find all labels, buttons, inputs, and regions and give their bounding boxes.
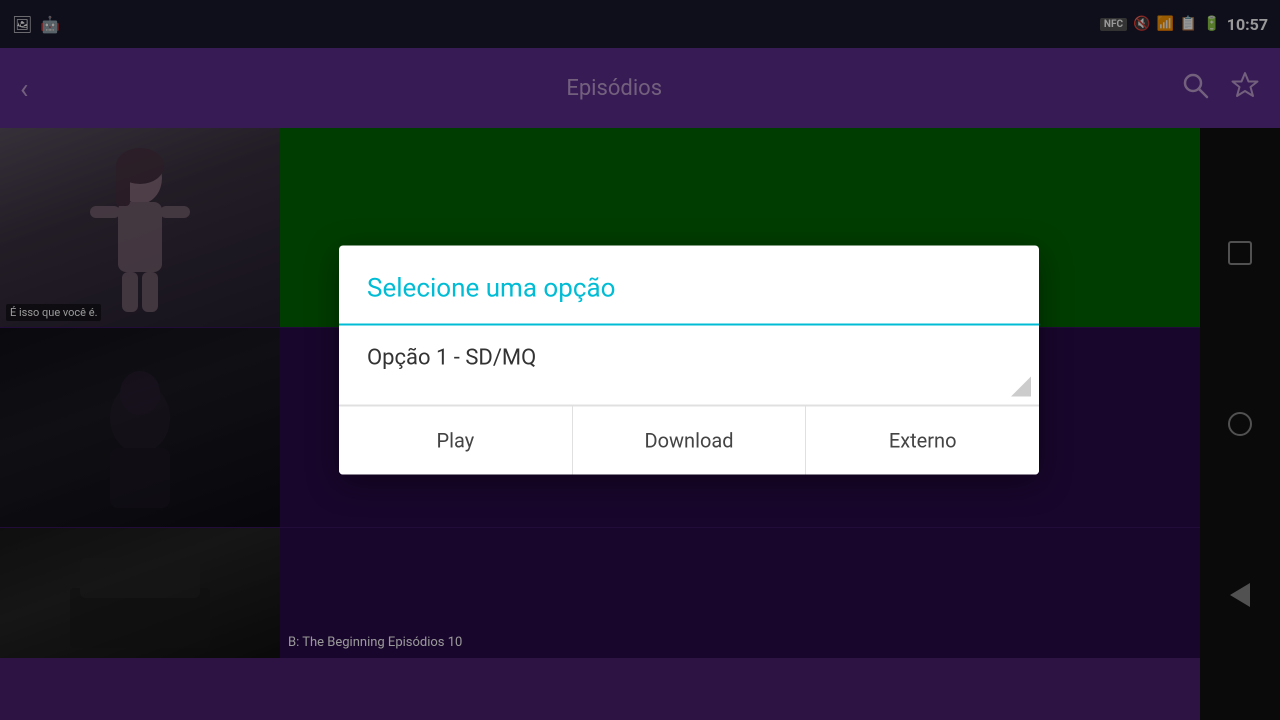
- resize-corner-icon: [1011, 377, 1031, 397]
- dialog-option: Opção 1 - SD/MQ: [367, 346, 536, 371]
- external-button[interactable]: Externo: [806, 407, 1039, 475]
- option-dialog: Selecione uma opção Opção 1 - SD/MQ Play…: [339, 246, 1039, 475]
- dialog-body: Opção 1 - SD/MQ: [339, 326, 1039, 406]
- download-button[interactable]: Download: [573, 407, 807, 475]
- dialog-header: Selecione uma opção: [339, 246, 1039, 326]
- play-button[interactable]: Play: [339, 407, 573, 475]
- dialog-actions: Play Download Externo: [339, 406, 1039, 475]
- dialog-title: Selecione uma opção: [367, 274, 615, 304]
